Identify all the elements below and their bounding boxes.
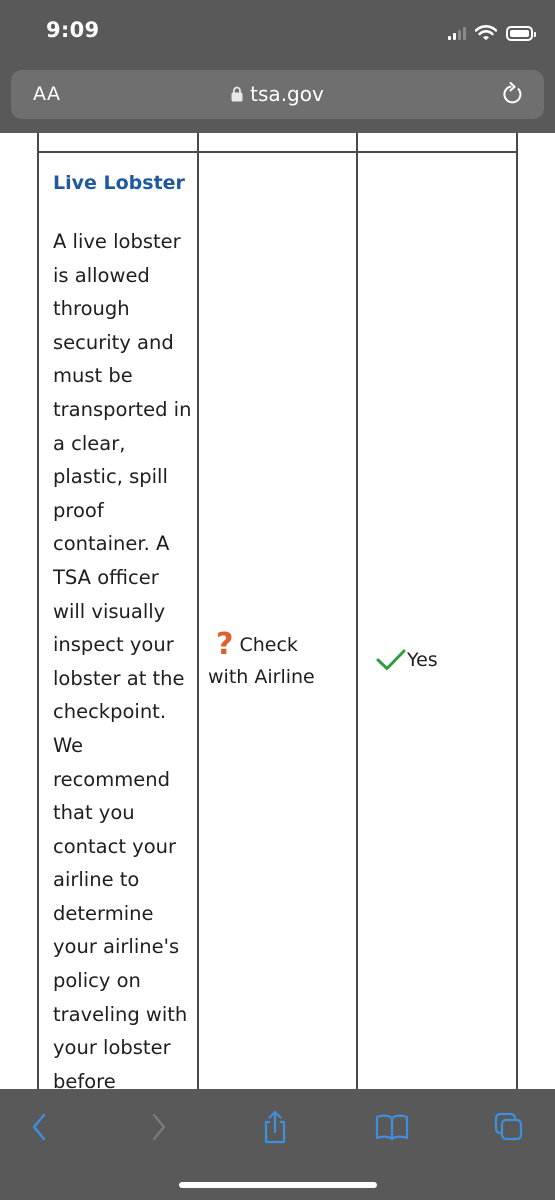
bookmarks-icon <box>375 1114 409 1141</box>
table-column-divider <box>356 133 358 1089</box>
tabs-icon <box>494 1112 523 1141</box>
item-description: A live lobster is allowed through securi… <box>53 230 192 1089</box>
back-icon <box>32 1113 46 1141</box>
status-icons <box>448 22 536 44</box>
lock-icon <box>231 86 243 102</box>
page-content[interactable]: Live Lobster A live lobster is allowed t… <box>0 133 555 1089</box>
back-button[interactable] <box>17 1107 61 1147</box>
tabs-button[interactable] <box>487 1107 531 1147</box>
browser-top-bar: 9:09 AA tsa.gov <box>0 0 555 133</box>
url-display[interactable]: tsa.gov <box>11 82 544 106</box>
table-border-left <box>37 133 39 1089</box>
forward-icon <box>152 1113 166 1141</box>
home-indicator[interactable] <box>179 1182 377 1188</box>
cellular-signal-icon <box>448 26 466 40</box>
share-icon <box>264 1110 286 1144</box>
bookmarks-button[interactable] <box>370 1107 414 1147</box>
item-title: Live Lobster <box>53 172 185 194</box>
battery-icon <box>506 25 536 41</box>
address-bar[interactable]: AA tsa.gov <box>11 70 544 119</box>
table-column-divider <box>197 133 199 1089</box>
reload-icon[interactable] <box>502 82 524 106</box>
status-time: 9:09 <box>46 18 100 42</box>
forward-button[interactable] <box>137 1107 181 1147</box>
table-border-right <box>516 133 518 1089</box>
url-text: tsa.gov <box>250 82 324 106</box>
wifi-icon <box>475 25 497 41</box>
question-mark-icon: ? <box>216 627 234 662</box>
checkmark-icon <box>376 649 406 670</box>
checked-bag-status: Yes <box>376 649 438 671</box>
share-button[interactable] <box>253 1107 297 1147</box>
checked-bag-status-label: Yes <box>407 649 438 671</box>
carry-on-status: ? Check with Airline <box>208 629 328 693</box>
table-border-top <box>38 151 518 153</box>
